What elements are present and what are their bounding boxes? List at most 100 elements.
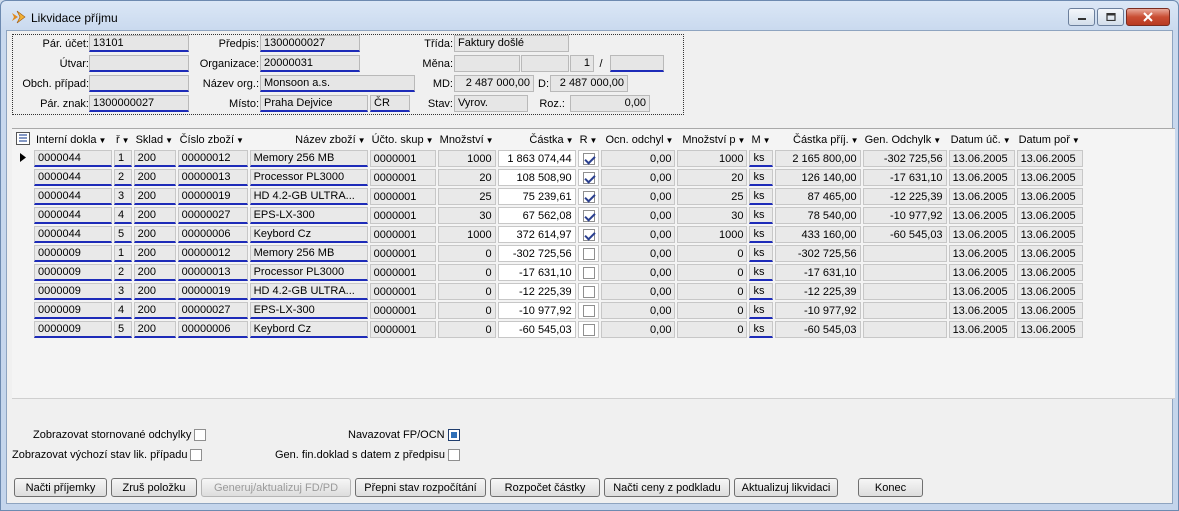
cell-r[interactable]: 1 bbox=[114, 150, 132, 167]
cell-castkap[interactable]: -10 977,92 bbox=[774, 302, 861, 319]
cell-dpor[interactable]: 13.06.2005 bbox=[1016, 321, 1083, 338]
cell-cislo[interactable]: 00000027 bbox=[177, 302, 248, 319]
cell-gen[interactable] bbox=[862, 264, 947, 281]
column-header[interactable]: Množství p ▼ bbox=[677, 131, 748, 148]
cell-mnozp[interactable]: 1000 bbox=[677, 150, 748, 167]
cell-m[interactable]: ks bbox=[749, 207, 773, 224]
cell-dpor[interactable]: 13.06.2005 bbox=[1016, 245, 1083, 262]
cell-cislo[interactable]: 00000019 bbox=[177, 283, 248, 300]
cell-r[interactable]: 5 bbox=[114, 321, 132, 338]
cell-dpor[interactable]: 13.06.2005 bbox=[1016, 264, 1083, 281]
cell-mnozp[interactable]: 25 bbox=[677, 188, 748, 205]
cell-castkap[interactable]: 2 165 800,00 bbox=[774, 150, 861, 167]
cell-r[interactable]: 1 bbox=[114, 245, 132, 262]
cell-ucto[interactable]: 0000001 bbox=[369, 321, 436, 338]
obch-pripad-field[interactable] bbox=[89, 75, 189, 92]
table-row[interactable]: 0000044 1 200 00000012 Memory 256 MB 0000001 1… bbox=[14, 150, 1083, 167]
cell-ocn[interactable]: 0,00 bbox=[601, 150, 676, 167]
column-header[interactable]: M ▼ bbox=[749, 131, 773, 148]
column-header[interactable]: Datum poř ▼ bbox=[1016, 131, 1083, 148]
cell-gen[interactable]: -60 545,03 bbox=[862, 226, 947, 243]
cell-castka[interactable]: 67 562,08 bbox=[497, 207, 576, 224]
cell-cislo[interactable]: 00000019 bbox=[177, 188, 248, 205]
cell-doc[interactable]: 0000044 bbox=[34, 150, 112, 167]
cell-mnoz[interactable]: 0 bbox=[437, 302, 496, 319]
column-header[interactable]: R ▼ bbox=[577, 131, 600, 148]
r-checkbox-cell[interactable] bbox=[577, 283, 600, 300]
cell-castka[interactable]: 372 614,97 bbox=[497, 226, 576, 243]
nacti-prijemky-button[interactable]: Načti příjemky bbox=[14, 478, 107, 497]
cell-gen[interactable] bbox=[862, 321, 947, 338]
r-checkbox-cell[interactable] bbox=[577, 245, 600, 262]
cell-duc[interactable]: 13.06.2005 bbox=[948, 245, 1015, 262]
table-row[interactable]: 0000044 5 200 00000006 Keybord Cz 0000001 1000… bbox=[14, 226, 1083, 243]
cell-m[interactable]: ks bbox=[749, 188, 773, 205]
cell-cislo[interactable]: 00000013 bbox=[177, 264, 248, 281]
minimize-button[interactable] bbox=[1068, 8, 1095, 26]
storno-checkbox[interactable] bbox=[194, 429, 207, 441]
column-header[interactable]: Interní dokla ▼ bbox=[34, 131, 112, 148]
cell-cislo[interactable]: 00000006 bbox=[177, 226, 248, 243]
cell-m[interactable]: ks bbox=[749, 302, 773, 319]
cell-castka[interactable]: -302 725,56 bbox=[497, 245, 576, 262]
cell-ucto[interactable]: 0000001 bbox=[369, 169, 436, 186]
cell-cislo[interactable]: 00000006 bbox=[177, 321, 248, 338]
r-checkbox-cell[interactable] bbox=[577, 321, 600, 338]
storno-option[interactable]: Zobrazovat stornované odchylky bbox=[33, 429, 207, 441]
cell-mnozp[interactable]: 20 bbox=[677, 169, 748, 186]
genfin-option[interactable]: Gen. fin.doklad s datem z předpisu bbox=[275, 449, 460, 461]
cell-nazev[interactable]: Memory 256 MB bbox=[249, 245, 368, 262]
table-row[interactable]: 0000009 2 200 00000013 Processor PL3000 00000… bbox=[14, 264, 1083, 281]
cell-ucto[interactable]: 0000001 bbox=[369, 302, 436, 319]
cell-mnoz[interactable]: 1000 bbox=[437, 150, 496, 167]
r-checkbox[interactable] bbox=[582, 209, 595, 222]
cell-mnozp[interactable]: 0 bbox=[677, 283, 748, 300]
cell-gen[interactable]: -302 725,56 bbox=[862, 150, 947, 167]
column-header[interactable]: Číslo zboží ▼ bbox=[177, 131, 248, 148]
cell-castkap[interactable]: -12 225,39 bbox=[774, 283, 861, 300]
cell-ocn[interactable]: 0,00 bbox=[601, 245, 676, 262]
cell-castkap[interactable]: 126 140,00 bbox=[774, 169, 861, 186]
r-checkbox[interactable] bbox=[582, 247, 595, 260]
cell-sklad[interactable]: 200 bbox=[133, 245, 176, 262]
cell-dpor[interactable]: 13.06.2005 bbox=[1016, 226, 1083, 243]
r-checkbox[interactable] bbox=[582, 171, 595, 184]
r-checkbox[interactable] bbox=[582, 323, 595, 336]
konec-button[interactable]: Konec bbox=[858, 478, 923, 497]
row-header[interactable] bbox=[14, 226, 32, 243]
title-bar[interactable]: Likvidace příjmu bbox=[1, 1, 1178, 31]
cell-castkap[interactable]: 87 465,00 bbox=[774, 188, 861, 205]
vychozi-option[interactable]: Zobrazovat výchozí stav lik. případu bbox=[12, 449, 203, 461]
r-checkbox[interactable] bbox=[582, 266, 595, 279]
cell-castka[interactable]: 1 863 074,44 bbox=[497, 150, 576, 167]
column-header[interactable]: Množství ▼ bbox=[437, 131, 496, 148]
cell-castkap[interactable]: -302 725,56 bbox=[774, 245, 861, 262]
cell-ucto[interactable]: 0000001 bbox=[369, 245, 436, 262]
cell-castkap[interactable]: -17 631,10 bbox=[774, 264, 861, 281]
cell-doc[interactable]: 0000009 bbox=[34, 264, 112, 281]
cell-sklad[interactable]: 200 bbox=[133, 283, 176, 300]
table-row[interactable]: 0000009 5 200 00000006 Keybord Cz 0000001 0 -60… bbox=[14, 321, 1083, 338]
column-header[interactable]: Sklad ▼ bbox=[133, 131, 176, 148]
row-header[interactable] bbox=[14, 188, 32, 205]
prepni-stav-button[interactable]: Přepni stav rozpočítání bbox=[355, 478, 486, 497]
cell-r[interactable]: 4 bbox=[114, 302, 132, 319]
cell-ucto[interactable]: 0000001 bbox=[369, 150, 436, 167]
navazovat-option[interactable]: Navazovat FP/OCN bbox=[348, 429, 460, 441]
rozpocet-castky-button[interactable]: Rozpočet částky bbox=[490, 478, 600, 497]
row-header[interactable] bbox=[14, 283, 32, 300]
cell-cislo[interactable]: 00000012 bbox=[177, 245, 248, 262]
cell-ucto[interactable]: 0000001 bbox=[369, 283, 436, 300]
column-header[interactable]: Ocn. odchyl ▼ bbox=[601, 131, 676, 148]
par-znak-field[interactable]: 1300000027 bbox=[89, 95, 189, 112]
cell-r[interactable]: 4 bbox=[114, 207, 132, 224]
cell-doc[interactable]: 0000044 bbox=[34, 169, 112, 186]
cell-duc[interactable]: 13.06.2005 bbox=[948, 264, 1015, 281]
cell-mnoz[interactable]: 0 bbox=[437, 321, 496, 338]
cell-nazev[interactable]: HD 4.2-GB ULTRA... bbox=[249, 188, 368, 205]
row-header[interactable] bbox=[14, 302, 32, 319]
cell-nazev[interactable]: EPS-LX-300 bbox=[249, 302, 368, 319]
cell-doc[interactable]: 0000044 bbox=[34, 226, 112, 243]
cell-dpor[interactable]: 13.06.2005 bbox=[1016, 188, 1083, 205]
vychozi-checkbox[interactable] bbox=[190, 449, 203, 461]
